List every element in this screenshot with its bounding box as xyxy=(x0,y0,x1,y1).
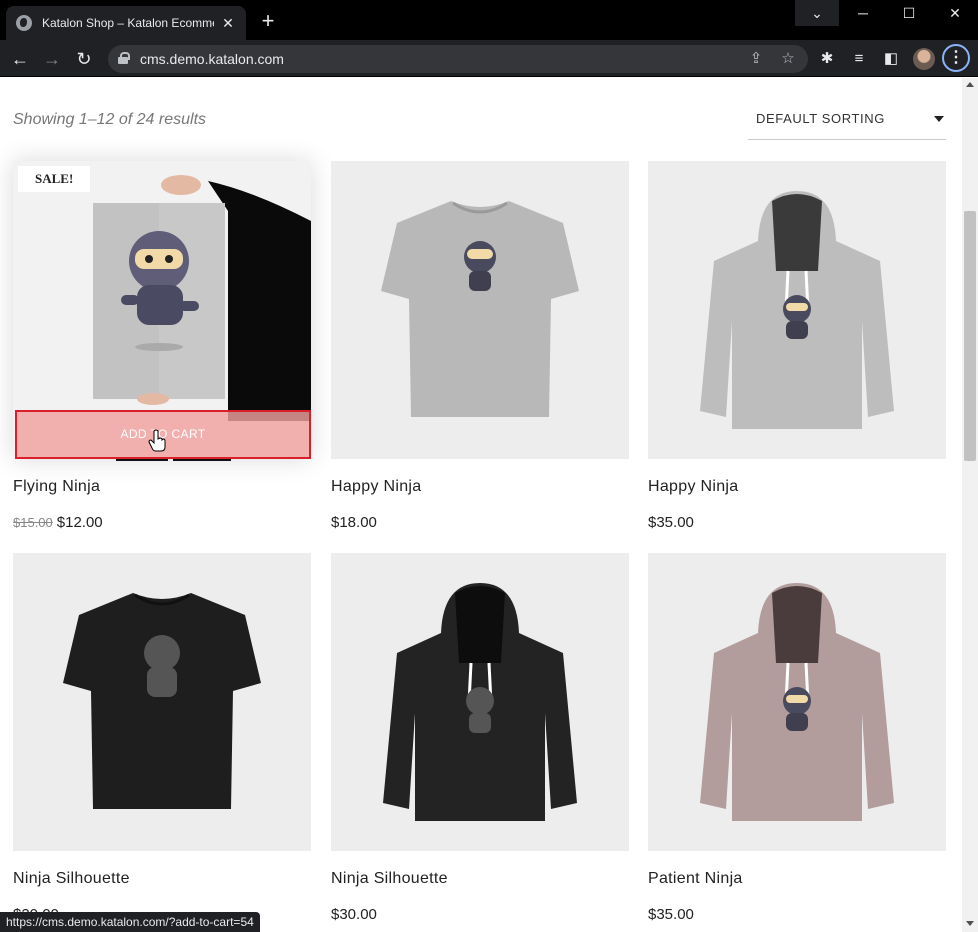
product-image[interactable] xyxy=(648,553,946,851)
product-name[interactable]: Ninja Silhouette xyxy=(331,870,448,888)
maximize-button[interactable]: ☐ xyxy=(886,0,932,26)
lock-icon[interactable] xyxy=(118,52,130,64)
product-image[interactable] xyxy=(331,161,629,459)
new-tab-button[interactable]: + xyxy=(256,9,280,33)
product-image[interactable] xyxy=(331,553,629,851)
browser-title-bar: Katalon Shop – Katalon Ecommer ✕ + ⌄ ─ ☐… xyxy=(0,0,978,40)
product-card-happy-ninja-tshirt[interactable]: Happy Ninja $18.00 xyxy=(331,161,629,531)
product-card-ninja-silhouette-hoodie[interactable]: Ninja Silhouette $30.00 xyxy=(331,553,629,923)
bookmark-star-icon[interactable]: ☆ xyxy=(778,49,798,69)
product-card-ninja-silhouette-tshirt[interactable]: Ninja Silhouette $20.00 xyxy=(13,553,311,923)
tab-title: Katalon Shop – Katalon Ecommer xyxy=(42,16,214,30)
back-button[interactable]: ← xyxy=(8,47,32,71)
browser-tab[interactable]: Katalon Shop – Katalon Ecommer ✕ xyxy=(6,6,246,40)
scrollbar-thumb[interactable] xyxy=(964,211,976,461)
reload-button[interactable]: ↻ xyxy=(72,47,96,71)
address-bar[interactable]: cms.demo.katalon.com ⇪ ☆ xyxy=(108,45,808,73)
hoodie-image xyxy=(383,583,577,821)
side-panel-icon[interactable]: ◧ xyxy=(880,48,902,70)
product-name[interactable]: Happy Ninja xyxy=(331,478,421,496)
share-icon[interactable]: ⇪ xyxy=(746,49,766,69)
scroll-up-arrow-icon[interactable] xyxy=(966,82,974,87)
product-price: $15.00 $12.00 xyxy=(13,514,103,531)
product-card-patient-ninja[interactable]: Patient Ninja $35.00 xyxy=(648,553,946,923)
address-url[interactable]: cms.demo.katalon.com xyxy=(140,51,284,67)
result-count: Showing 1–12 of 24 results xyxy=(13,111,207,128)
product-price: $30.00 xyxy=(331,906,377,923)
scroll-down-arrow-icon[interactable] xyxy=(966,921,974,926)
sorting-selected-value: DEFAULT SORTING xyxy=(756,111,885,126)
product-price: $18.00 xyxy=(331,514,377,531)
media-queue-icon[interactable]: ≡ xyxy=(848,48,870,70)
old-price: $15.00 xyxy=(13,515,53,530)
sale-price: $12.00 xyxy=(56,514,103,531)
product-price: $35.00 xyxy=(648,906,694,923)
product-price: $35.00 xyxy=(648,514,694,531)
product-name[interactable]: Patient Ninja xyxy=(648,870,743,888)
product-name[interactable]: Ninja Silhouette xyxy=(13,870,130,888)
close-tab-icon[interactable]: ✕ xyxy=(220,15,236,32)
product-name[interactable]: Happy Ninja xyxy=(648,478,738,496)
hand-cursor-icon xyxy=(148,429,166,452)
hoodie-image xyxy=(700,191,894,429)
profile-avatar[interactable] xyxy=(913,48,935,70)
globe-icon xyxy=(16,15,32,31)
page-scrollbar[interactable] xyxy=(962,78,978,932)
extensions-icon[interactable]: ✱ xyxy=(816,48,838,70)
tshirt-image xyxy=(63,593,261,809)
tab-search-button[interactable]: ⌄ xyxy=(795,0,839,26)
product-name[interactable]: Flying Ninja xyxy=(13,478,100,496)
product-image[interactable] xyxy=(648,161,946,459)
tshirt-image xyxy=(381,201,579,417)
forward-button[interactable]: → xyxy=(40,47,64,71)
close-window-button[interactable]: ✕ xyxy=(932,0,978,26)
hoodie-image xyxy=(700,583,894,821)
product-image[interactable] xyxy=(13,553,311,851)
browser-toolbar: ← → ↻ cms.demo.katalon.com ⇪ ☆ ✱ ≡ ◧ ⋮ xyxy=(0,40,978,77)
shop-page: Showing 1–12 of 24 results DEFAULT SORTI… xyxy=(0,78,962,932)
sorting-select[interactable]: DEFAULT SORTING xyxy=(748,100,946,140)
caret-down-icon xyxy=(934,116,944,122)
link-status-bar: https://cms.demo.katalon.com/?add-to-car… xyxy=(0,912,260,932)
product-card-happy-ninja-hoodie[interactable]: Happy Ninja $35.00 xyxy=(648,161,946,531)
product-card-flying-ninja[interactable]: SALE! ADD TO CART Flying Ninja $15.00 $12… xyxy=(13,161,311,531)
minimize-button[interactable]: ─ xyxy=(840,0,886,26)
browser-menu-icon[interactable]: ⋮ xyxy=(942,44,970,72)
sale-badge: SALE! xyxy=(18,166,91,192)
